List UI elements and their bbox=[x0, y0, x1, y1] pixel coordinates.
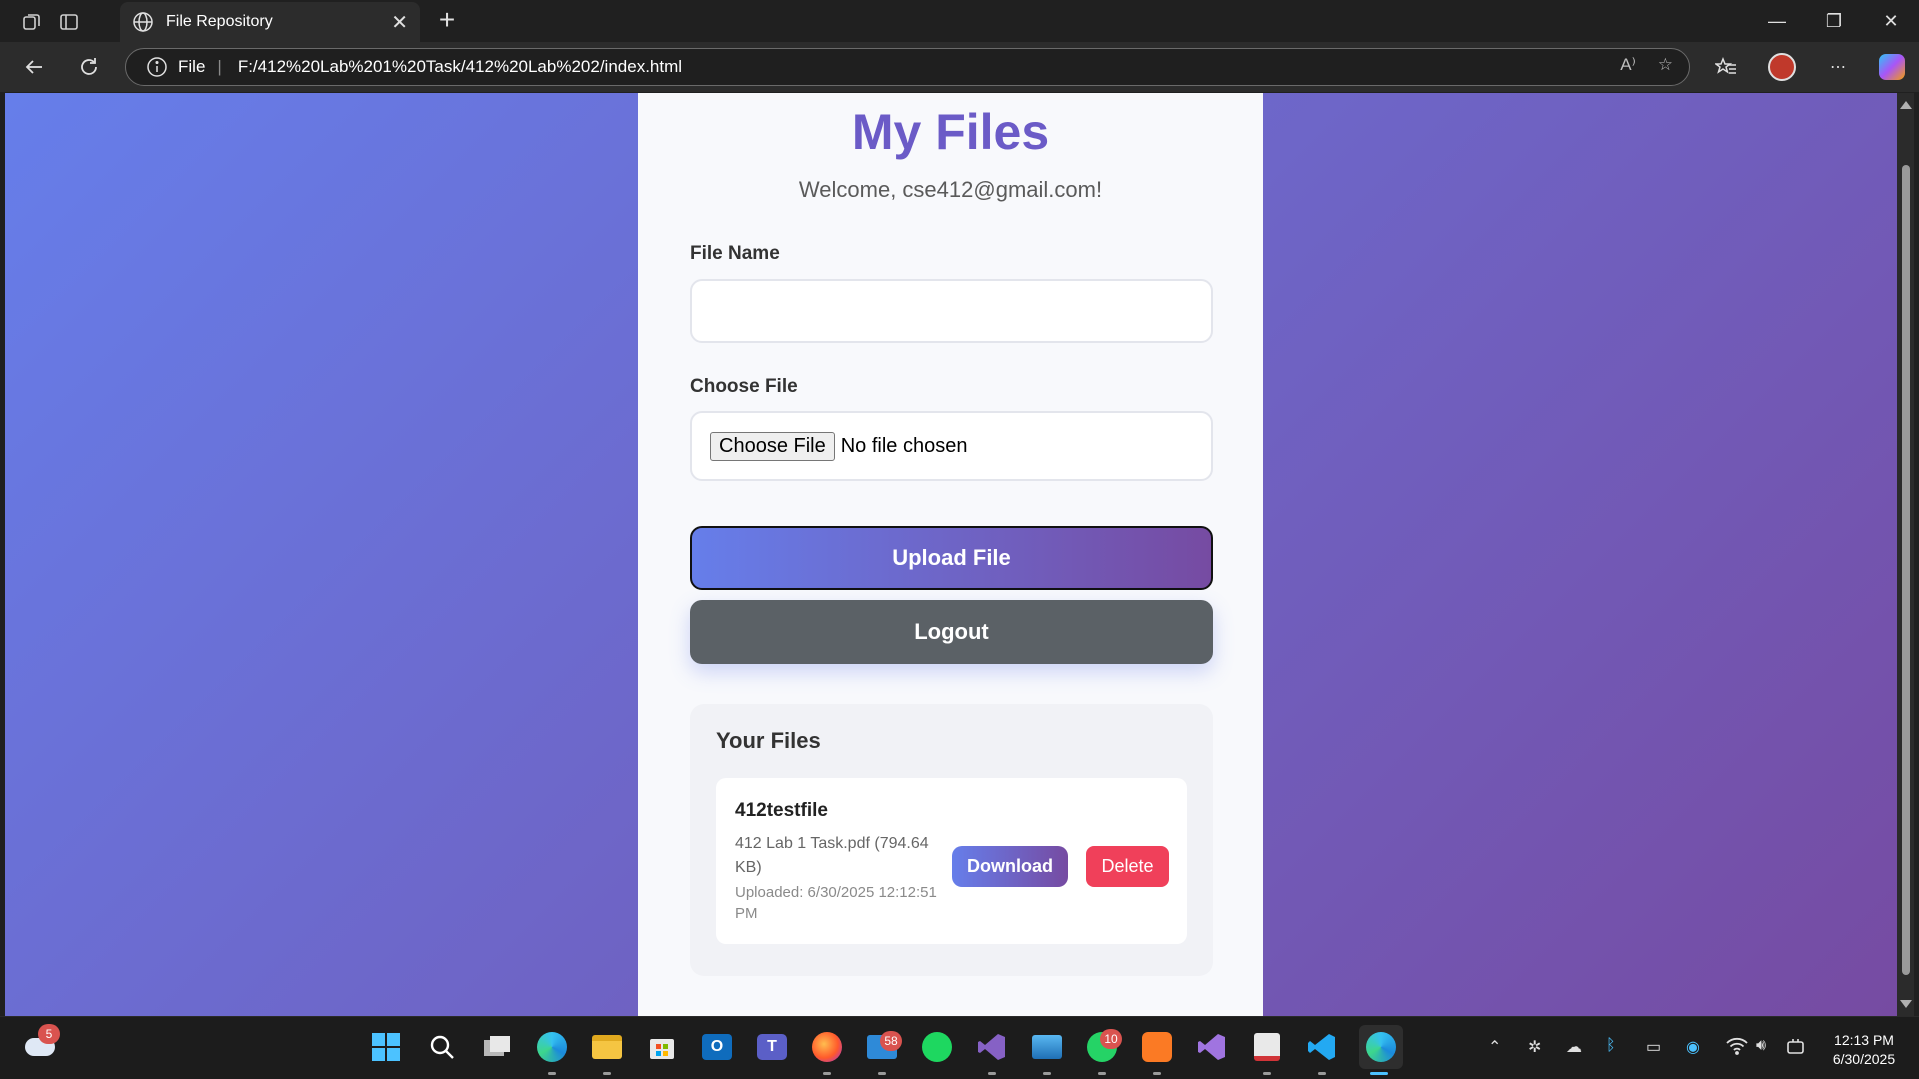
running-indicator bbox=[603, 1072, 611, 1075]
refresh-icon[interactable] bbox=[73, 51, 105, 83]
file-item-meta: 412 Lab 1 Task.pdf (794.64 KB) bbox=[735, 835, 929, 876]
sun-icon[interactable]: ✲ bbox=[1528, 1037, 1541, 1057]
teams-icon[interactable]: T bbox=[754, 1029, 790, 1065]
file-explorer-icon[interactable] bbox=[589, 1029, 625, 1065]
battery-icon[interactable] bbox=[1786, 1037, 1806, 1060]
wifi-icon[interactable] bbox=[1726, 1037, 1748, 1060]
running-indicator bbox=[1153, 1072, 1161, 1075]
clock-date: 6/30/2025 bbox=[1832, 1051, 1896, 1067]
page-title: My Files bbox=[851, 104, 1050, 160]
more-options-icon[interactable]: ⋯ bbox=[1822, 51, 1854, 83]
file-item-uploaded: Uploaded: 6/30/2025 12:12:51 PM bbox=[735, 884, 937, 922]
choose-file-label: Choose File bbox=[690, 376, 798, 397]
read-aloud-icon[interactable]: A⁾ bbox=[1620, 55, 1636, 75]
snipping-tool-icon[interactable] bbox=[1249, 1029, 1285, 1065]
bluetooth-icon[interactable]: ᛒ bbox=[1606, 1037, 1616, 1055]
photos-icon[interactable] bbox=[1029, 1029, 1065, 1065]
tab-actions-icon[interactable] bbox=[55, 8, 83, 36]
restore-icon[interactable]: ❐ bbox=[1806, 0, 1862, 42]
edge-active-taskbar-icon[interactable] bbox=[1359, 1025, 1403, 1069]
your-files-panel: Your Files 412testfile 412 Lab 1 Task.pd… bbox=[690, 704, 1213, 976]
onedrive-icon[interactable]: ☁ bbox=[1566, 1037, 1582, 1057]
start-windows-icon[interactable] bbox=[368, 1029, 404, 1065]
outlook-icon[interactable]: O bbox=[699, 1029, 735, 1065]
visual-studio-icon[interactable] bbox=[974, 1029, 1010, 1065]
vscode-icon[interactable] bbox=[1304, 1029, 1340, 1065]
file-item-name: 412testfile bbox=[735, 800, 828, 821]
windows-taskbar: 5 O T 58 10 ⌃ ✲ ☁ ᛒ ▭ ◉ 🔊︎ 12:13 PM 6/30… bbox=[0, 1016, 1919, 1079]
running-indicator bbox=[878, 1072, 886, 1075]
xampp-icon[interactable] bbox=[1139, 1029, 1175, 1065]
file-list-item: 412testfile 412 Lab 1 Task.pdf (794.64 K… bbox=[716, 778, 1187, 944]
active-indicator bbox=[1370, 1072, 1388, 1075]
logout-button[interactable]: Logout bbox=[690, 600, 1213, 664]
files-card: My Files Welcome, cse412@gmail.com! File… bbox=[638, 93, 1263, 1016]
browser-tab-strip: File Repository ✕ + — ❐ ✕ bbox=[0, 0, 1919, 42]
browser-toolbar: File | F:/412%20Lab%201%20Task/412%20Lab… bbox=[0, 42, 1919, 92]
upload-file-button[interactable]: Upload File bbox=[690, 526, 1213, 590]
scroll-up-arrow-icon[interactable] bbox=[1900, 101, 1912, 109]
close-tab-icon[interactable]: ✕ bbox=[391, 10, 408, 35]
running-indicator bbox=[1043, 1072, 1051, 1075]
delete-button[interactable]: Delete bbox=[1086, 846, 1169, 887]
running-indicator bbox=[1318, 1072, 1326, 1075]
no-file-text: No file chosen bbox=[840, 434, 968, 457]
search-icon[interactable] bbox=[424, 1029, 460, 1065]
running-indicator bbox=[988, 1072, 996, 1075]
url-separator: | bbox=[217, 57, 222, 76]
choose-file-button[interactable]: Choose File bbox=[710, 431, 835, 461]
volume-icon[interactable]: 🔊︎ bbox=[1756, 1037, 1766, 1055]
url-protocol: File bbox=[178, 57, 206, 76]
task-view-icon[interactable] bbox=[479, 1029, 515, 1065]
spotify-icon[interactable] bbox=[919, 1029, 955, 1065]
workspaces-icon[interactable] bbox=[18, 8, 46, 36]
system-clock[interactable]: 12:13 PM 6/30/2025 bbox=[1814, 1031, 1914, 1069]
clock-time: 12:13 PM bbox=[1834, 1032, 1894, 1048]
download-button[interactable]: Download bbox=[952, 846, 1068, 887]
file-picker: Choose File No file chosen bbox=[690, 411, 1213, 481]
file-name-input[interactable] bbox=[690, 279, 1213, 343]
tablet-icon[interactable]: ▭ bbox=[1646, 1037, 1661, 1057]
welcome-message: Welcome, cse412@gmail.com! bbox=[798, 177, 1103, 202]
weather-badge: 5 bbox=[38, 1024, 60, 1044]
info-icon[interactable] bbox=[146, 56, 168, 78]
back-arrow-icon[interactable] bbox=[18, 51, 50, 83]
tab-title: File Repository bbox=[166, 13, 273, 30]
favorites-icon[interactable] bbox=[1710, 51, 1742, 83]
window-close-icon[interactable]: ✕ bbox=[1863, 0, 1919, 42]
show-hidden-icons-icon[interactable]: ⌃ bbox=[1488, 1037, 1501, 1057]
store-icon[interactable] bbox=[644, 1029, 680, 1065]
running-indicator bbox=[548, 1072, 556, 1075]
whatsapp-badge: 10 bbox=[1100, 1029, 1122, 1049]
page-scrollbar[interactable] bbox=[1897, 93, 1914, 1016]
edge-taskbar-icon[interactable] bbox=[534, 1029, 570, 1065]
running-indicator bbox=[1263, 1072, 1271, 1075]
address-bar[interactable]: File | F:/412%20Lab%201%20Task/412%20Lab… bbox=[125, 48, 1690, 86]
globe-icon bbox=[133, 12, 153, 32]
firefox-icon[interactable] bbox=[809, 1029, 845, 1065]
running-indicator bbox=[823, 1072, 831, 1075]
file-name-label: File Name bbox=[690, 243, 780, 264]
running-indicator bbox=[1098, 1072, 1106, 1075]
url-text[interactable]: F:/412%20Lab%201%20Task/412%20Lab%202/in… bbox=[238, 57, 682, 77]
files-heading: Your Files bbox=[716, 728, 821, 753]
new-tab-icon[interactable]: + bbox=[432, 6, 462, 36]
visual-studio-2-icon[interactable] bbox=[1194, 1029, 1230, 1065]
tab-file-repository[interactable]: File Repository ✕ bbox=[120, 2, 420, 42]
mail-badge: 58 bbox=[880, 1031, 902, 1051]
page-viewport: My Files Welcome, cse412@gmail.com! File… bbox=[5, 93, 1897, 1016]
copilot-icon[interactable] bbox=[1876, 51, 1908, 83]
security-icon[interactable]: ◉ bbox=[1686, 1037, 1700, 1057]
profile-avatar[interactable] bbox=[1766, 51, 1798, 83]
scroll-down-arrow-icon[interactable] bbox=[1900, 1000, 1912, 1008]
favorite-star-icon[interactable]: ☆ bbox=[1658, 55, 1673, 75]
minimize-icon[interactable]: — bbox=[1749, 0, 1805, 42]
scrollbar-thumb[interactable] bbox=[1902, 165, 1910, 975]
